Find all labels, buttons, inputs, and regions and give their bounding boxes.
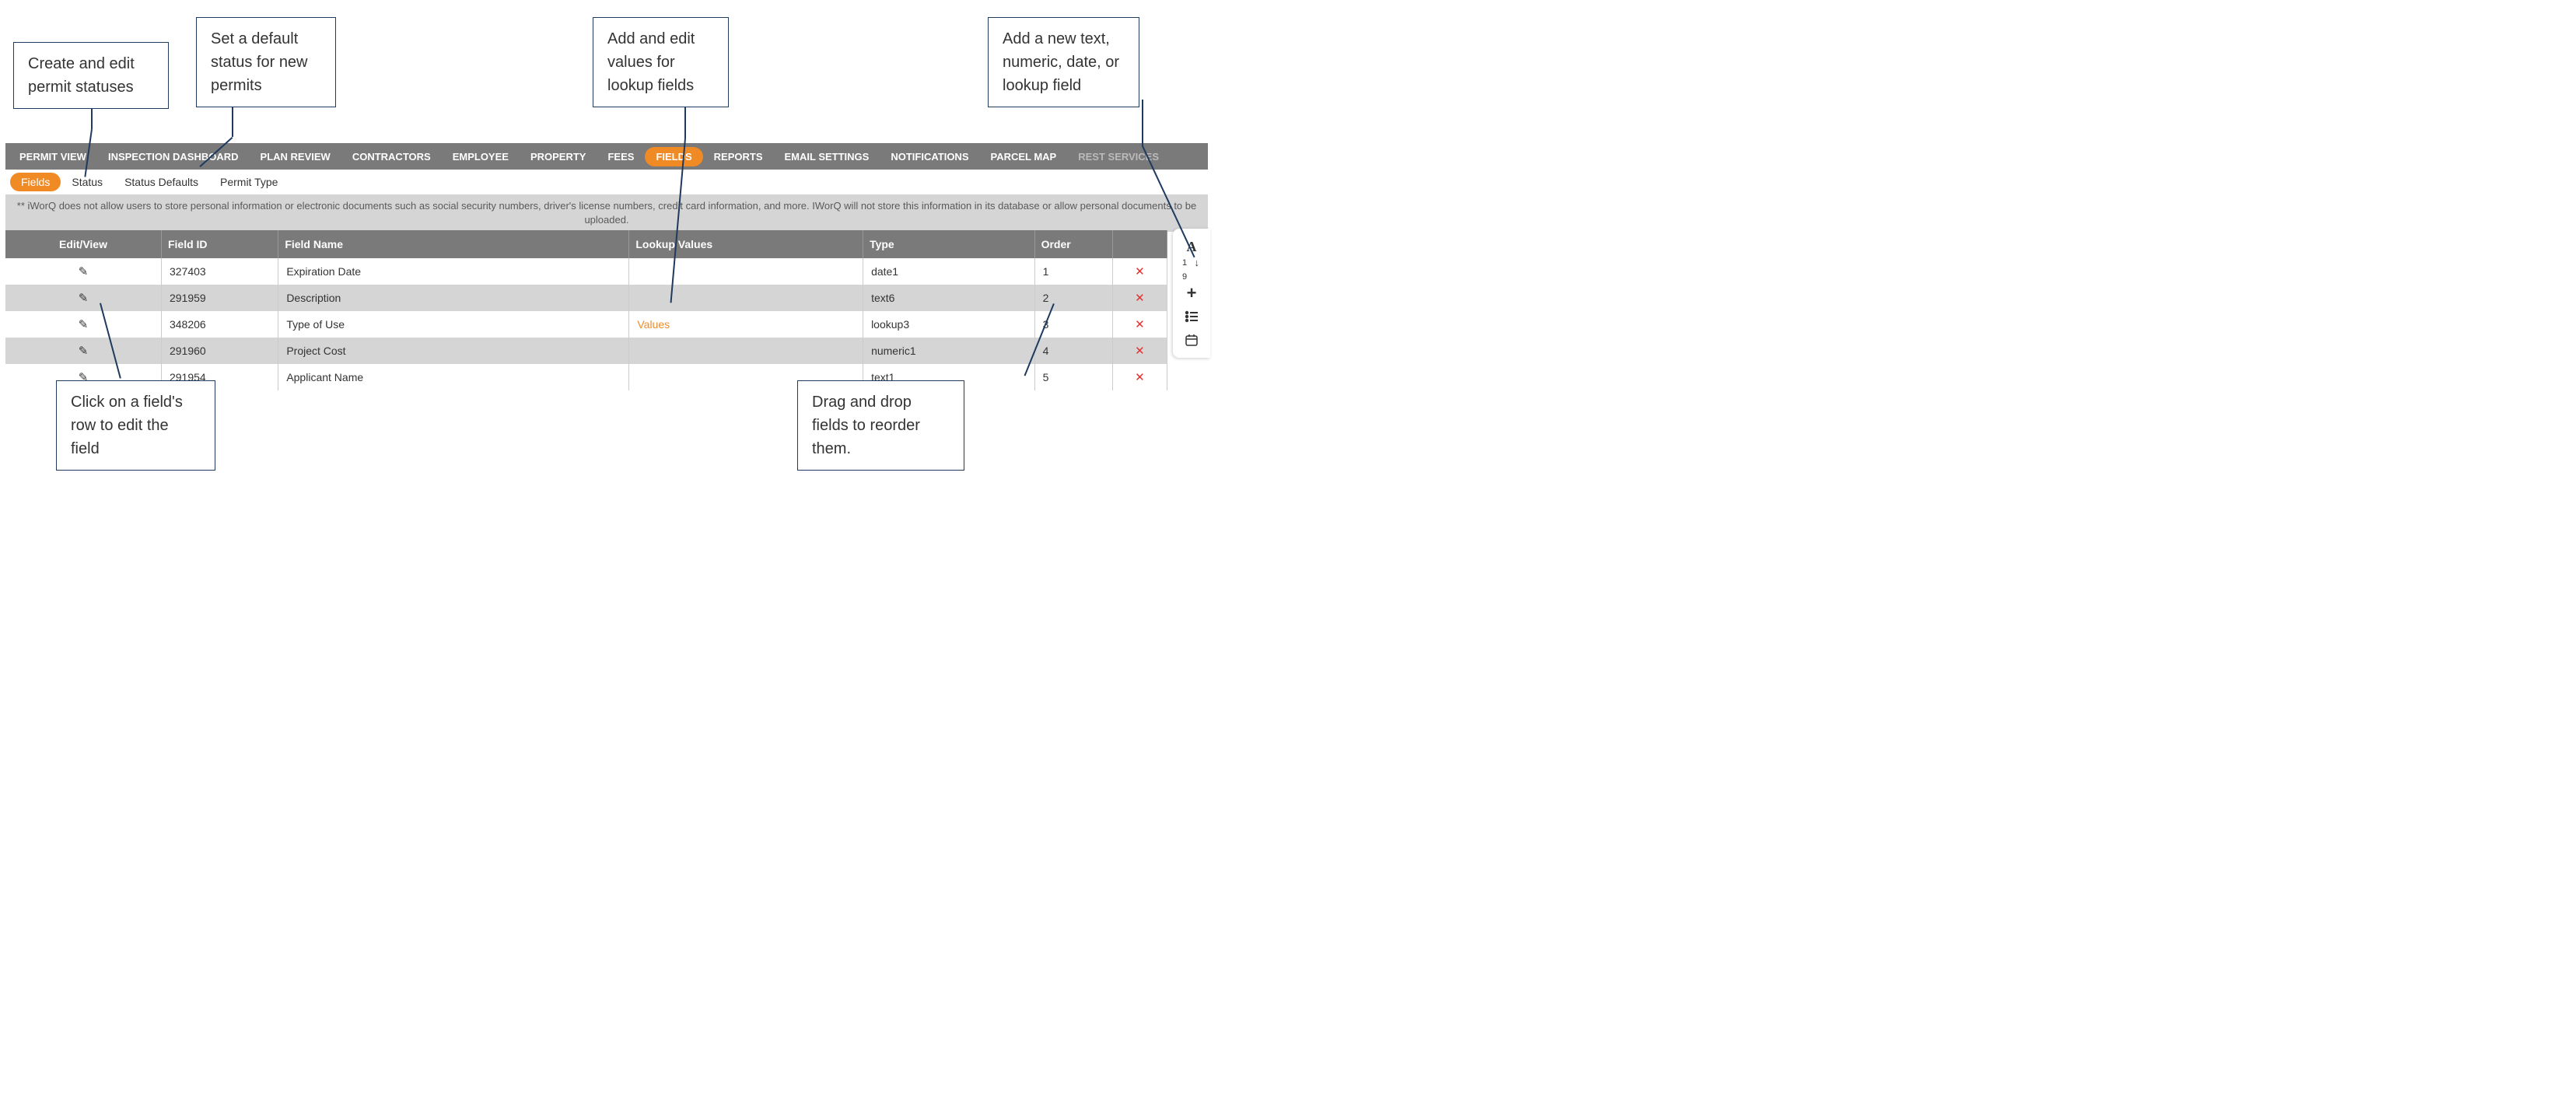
cell-type: numeric1 [863, 338, 1035, 364]
th-delete [1112, 230, 1167, 258]
cell-field-id: 291960 [161, 338, 278, 364]
callout-status: Create and edit permit statuses [13, 42, 169, 109]
side-toolbar: A 1 9 ↓ + [1173, 229, 1210, 358]
nav-employee[interactable]: EMPLOYEE [442, 145, 520, 169]
add-date-field-button[interactable] [1179, 328, 1204, 352]
values-link[interactable]: Values [637, 318, 670, 331]
th-field-name[interactable]: Field Name [278, 230, 629, 258]
cell-type: lookup3 [863, 311, 1035, 338]
cell-field-id: 291959 [161, 285, 278, 311]
table-row[interactable]: ✎348206Type of UseValueslookup33✕ [5, 311, 1167, 338]
cell-lookup-values[interactable]: Values [629, 311, 863, 338]
pencil-icon[interactable]: ✎ [79, 292, 89, 305]
th-order[interactable]: Order [1034, 230, 1112, 258]
table-row[interactable]: ✎ 291960Project Cost numeric14 ✕ [5, 338, 1167, 364]
cell-order[interactable]: 2 [1034, 285, 1112, 311]
nav-plan-review[interactable]: PLAN REVIEW [250, 145, 341, 169]
cell-order[interactable]: 5 [1034, 364, 1112, 390]
delete-icon[interactable]: ✕ [1121, 370, 1159, 384]
subnav-status-defaults[interactable]: Status Defaults [114, 171, 209, 193]
cell-type: date1 [863, 258, 1035, 285]
add-text-field-button[interactable]: A [1179, 235, 1204, 258]
cell-field-name: Expiration Date [278, 258, 629, 285]
callout-line [1142, 100, 1143, 146]
nav-fields[interactable]: FIELDS [645, 147, 702, 166]
subnav-status[interactable]: Status [61, 171, 114, 193]
th-field-id[interactable]: Field ID [161, 230, 278, 258]
cell-field-name: Description [278, 285, 629, 311]
callout-lookup-values: Add and edit values for lookup fields [593, 17, 729, 107]
nav-rest-services[interactable]: REST SERVICES [1067, 145, 1170, 169]
add-numeric-field-button[interactable]: 1 9 ↓ [1179, 258, 1204, 282]
nav-reports[interactable]: REPORTS [703, 145, 774, 169]
delete-icon[interactable]: ✕ [1121, 317, 1159, 331]
nav-fees[interactable]: FEES [597, 145, 645, 169]
cell-field-id: 348206 [161, 311, 278, 338]
nav-parcel-map[interactable]: PARCEL MAP [979, 145, 1067, 169]
cell-field-id: 327403 [161, 258, 278, 285]
delete-icon[interactable]: ✕ [1121, 344, 1159, 358]
add-lookup-field-button[interactable] [1179, 305, 1204, 328]
sub-nav: Fields Status Status Defaults Permit Typ… [5, 170, 1208, 194]
nav-permit-view[interactable]: PERMIT VIEW [9, 145, 97, 169]
th-lookup-values[interactable]: Lookup Values [629, 230, 863, 258]
main-nav: PERMIT VIEW INSPECTION DASHBOARD PLAN RE… [5, 143, 1208, 170]
cell-order[interactable]: 4 [1034, 338, 1112, 364]
subnav-permit-type[interactable]: Permit Type [209, 171, 289, 193]
nav-notifications[interactable]: NOTIFICATIONS [880, 145, 979, 169]
fields-table: Edit/View Field ID Field Name Lookup Val… [5, 230, 1167, 390]
table-header-row: Edit/View Field ID Field Name Lookup Val… [5, 230, 1167, 258]
delete-icon[interactable]: ✕ [1121, 291, 1159, 305]
callout-edit-row: Click on a field's row to edit the field [56, 380, 215, 471]
callout-add-field: Add a new text, numeric, date, or lookup… [988, 17, 1139, 107]
cell-order[interactable]: 1 [1034, 258, 1112, 285]
table-row[interactable]: ✎ 327403Expiration Date date11 ✕ [5, 258, 1167, 285]
callout-reorder: Drag and drop fields to reorder them. [797, 380, 964, 471]
cell-lookup-values [629, 285, 863, 311]
nav-contractors[interactable]: CONTRACTORS [341, 145, 442, 169]
cell-field-name: Type of Use [278, 311, 629, 338]
nav-email-settings[interactable]: EMAIL SETTINGS [774, 145, 880, 169]
table-row[interactable]: ✎ 291959Description text62 ✕ [5, 285, 1167, 311]
pencil-icon[interactable]: ✎ [79, 265, 89, 278]
nav-inspection-dashboard[interactable]: INSPECTION DASHBOARD [97, 145, 250, 169]
th-edit-view[interactable]: Edit/View [5, 230, 161, 258]
cell-lookup-values [629, 338, 863, 364]
disclaimer-text: ** iWorQ does not allow users to store p… [5, 194, 1208, 232]
callout-status-default: Set a default status for new permits [196, 17, 336, 107]
pencil-icon[interactable]: ✎ [79, 318, 89, 331]
add-field-button[interactable]: + [1179, 282, 1204, 305]
nav-property[interactable]: PROPERTY [520, 145, 597, 169]
delete-icon[interactable]: ✕ [1121, 264, 1159, 278]
th-type[interactable]: Type [863, 230, 1035, 258]
cell-field-name: Applicant Name [278, 364, 629, 390]
subnav-fields[interactable]: Fields [10, 173, 61, 191]
cell-type: text6 [863, 285, 1035, 311]
cell-lookup-values [629, 258, 863, 285]
cell-field-name: Project Cost [278, 338, 629, 364]
pencil-icon[interactable]: ✎ [79, 345, 89, 358]
